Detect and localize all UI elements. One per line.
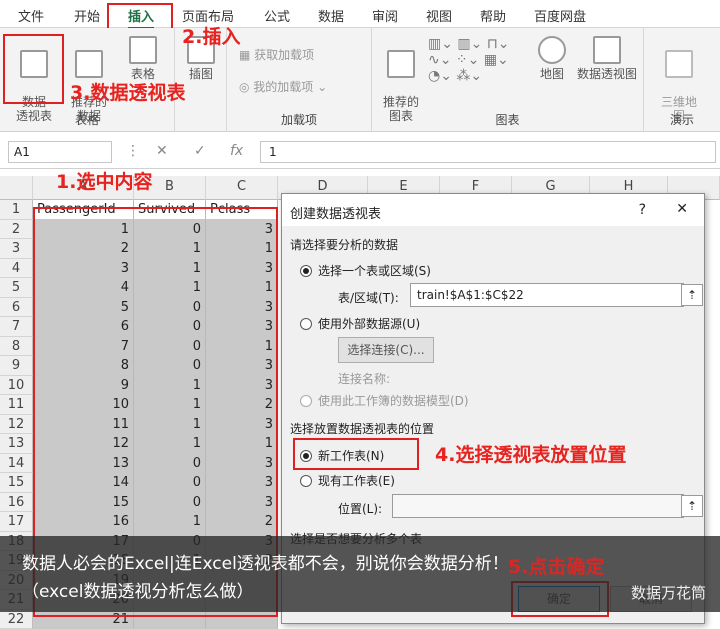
annotation-step1: 1.选中内容 [56,167,152,194]
row-header[interactable]: 22 [0,610,33,629]
recommended-charts-button[interactable]: 推荐的 图表 [378,36,424,123]
tours-group-label: 演示 [644,111,720,128]
3d-map-icon [665,50,693,78]
get-addins-button[interactable]: ▦ 获取加载项 [239,46,314,63]
watermark: 数据万花筒 [631,582,706,603]
article-caption: 数据人必会的Excel|连Excel透视表都不会，别说你会数据分析！ （exce… [0,536,720,612]
row-header[interactable]: 13 [0,434,33,454]
row-header[interactable]: 17 [0,512,33,532]
radio-existing-sheet[interactable]: 现有工作表(E) [300,472,395,489]
radio-disabled-icon [300,395,312,407]
section-data-title: 请选择要分析的数据 [290,236,398,253]
annotation-step5: 5.点击确定 [508,552,604,579]
range-input[interactable]: train!$A$1:$C$22 [410,283,684,307]
location-collapse-icon[interactable]: ⇡ [681,495,703,517]
table-group-label: 表格 [0,111,174,128]
get-addins-label: 获取加载项 [254,48,314,62]
row-header[interactable]: 12 [0,415,33,435]
pivot-table-highlight [3,34,64,104]
menu-home[interactable]: 开始 [74,6,100,25]
row-header[interactable]: 7 [0,317,33,337]
column-header-c[interactable]: C [206,176,278,200]
row-header[interactable]: 16 [0,493,33,513]
row-header[interactable]: 11 [0,395,33,415]
annotation-step4: 4.选择透视表放置位置 [435,440,626,467]
row-header[interactable]: 5 [0,278,33,298]
formula-input[interactable]: 1 [260,141,716,163]
radio-existing-label: 现有工作表(E) [318,474,395,488]
recommended-charts-icon [387,50,415,78]
row-header[interactable]: 8 [0,337,33,357]
connection-name-label: 连接名称: [338,370,390,387]
radio-data-model[interactable]: 使用此工作簿的数据模型(D) [300,392,469,409]
new-sheet-highlight [293,438,419,470]
row-header[interactable]: 10 [0,376,33,396]
addins-group: ▦ 获取加载项 ◎ 我的加载项 ⌄ 加载项 [227,28,372,132]
more-icon: ⋮ [126,143,140,159]
pivot-chart-label: 数据透视图 [577,67,637,81]
row-header[interactable]: 9 [0,356,33,376]
charts-group: 推荐的 图表 ▥⌄ ▥⌄ ⊓⌄∿⌄ ⁘⌄ ▦⌄◔⌄ ⁂⌄ 地图 数据透视图 图表 [372,28,644,132]
radio-checked-icon [300,265,312,277]
range-collapse-icon[interactable]: ⇡ [681,284,703,306]
tours-group: 三维地 图 演示 [644,28,720,132]
globe-icon [538,36,566,64]
3d-map-button[interactable]: 三维地 图 [654,36,704,123]
dialog-title: 创建数据透视表 [290,207,381,222]
function-icon[interactable]: fx [230,143,243,159]
name-box[interactable]: A1 [8,141,112,163]
my-addins-label: 我的加载项 [253,80,313,94]
charts-group-label: 图表 [372,111,643,128]
pivot-chart-icon [593,36,621,64]
help-icon[interactable]: ? [639,202,646,218]
formula-bar: A1 ⋮ ✕ ✓ fx 1 [0,133,720,169]
table-icon [129,36,157,64]
table-button[interactable]: 表格 [120,36,166,81]
row-header[interactable]: 2 [0,220,33,240]
illustrations-label: 插图 [189,67,213,81]
addins-group-label: 加载项 [227,111,371,128]
dialog-title-bar: 创建数据透视表 ? ✕ [282,194,704,226]
enter-icon[interactable]: ✓ [194,143,206,159]
row-header[interactable]: 15 [0,473,33,493]
row-header[interactable]: 4 [0,259,33,279]
section-location-title: 选择放置数据透视表的位置 [290,420,434,437]
my-addins-button[interactable]: ◎ 我的加载项 ⌄ [239,78,327,95]
radio-data-model-label: 使用此工作簿的数据模型(D) [318,394,469,408]
location-label: 位置(L): [338,500,382,517]
radio-unchecked-icon [300,318,312,330]
menu-review[interactable]: 审阅 [372,6,398,25]
pivot-chart-button[interactable]: 数据透视图 [572,36,642,81]
menu-help[interactable]: 帮助 [480,6,506,25]
row-header[interactable]: 6 [0,298,33,318]
radio-unchecked-icon [300,475,312,487]
menu-view[interactable]: 视图 [426,6,452,25]
menu-formulas[interactable]: 公式 [264,6,290,25]
row-header[interactable]: 14 [0,454,33,474]
annotation-step3: 3.数据透视表 [70,78,185,105]
recommended-pivot-icon [75,50,103,78]
row-header[interactable]: 1 [0,200,33,220]
menu-baidu[interactable]: 百度网盘 [534,6,586,25]
radio-select-range-label: 选择一个表或区域(S) [318,264,431,278]
caption-line2: （excel数据透视分析怎么做） [22,578,698,606]
close-icon[interactable]: ✕ [676,201,688,217]
radio-select-range[interactable]: 选择一个表或区域(S) [300,262,431,279]
radio-external-label: 使用外部数据源(U) [318,317,420,331]
annotation-step2: 2.插入 [182,22,240,49]
map-chart-label: 地图 [540,67,564,81]
menu-file[interactable]: 文件 [18,6,44,25]
menu-data[interactable]: 数据 [318,6,344,25]
radio-external-source[interactable]: 使用外部数据源(U) [300,315,420,332]
corner-select-all[interactable] [0,176,33,200]
chart-type-icons[interactable]: ▥⌄ ▥⌄ ⊓⌄∿⌄ ⁘⌄ ▦⌄◔⌄ ⁂⌄ [428,36,509,84]
map-chart-button[interactable]: 地图 [532,36,572,81]
row-header[interactable]: 3 [0,239,33,259]
choose-connection-button[interactable]: 选择连接(C)... [338,337,434,363]
cancel-icon[interactable]: ✕ [156,143,168,159]
range-label: 表/区域(T): [338,289,399,306]
location-input[interactable] [392,494,684,518]
